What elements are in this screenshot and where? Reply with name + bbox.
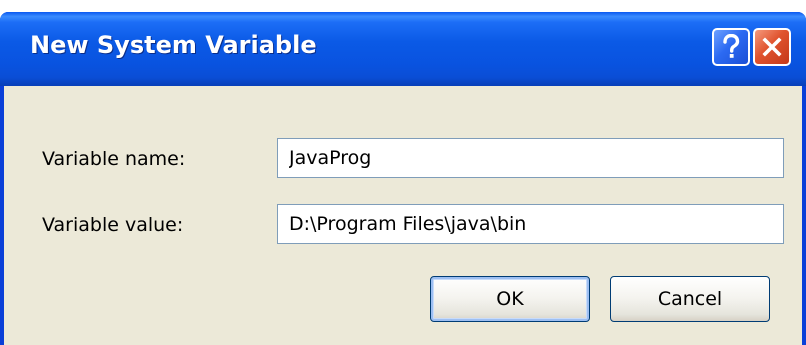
cancel-button[interactable]: Cancel — [610, 276, 770, 322]
variable-value-label: Variable value: — [42, 214, 184, 236]
dialog-title: New System Variable — [30, 31, 317, 59]
variable-value-input[interactable] — [277, 204, 784, 244]
title-bar[interactable]: New System Variable — [0, 12, 806, 86]
close-icon — [761, 36, 783, 58]
help-button[interactable] — [712, 28, 750, 66]
help-icon — [720, 34, 742, 60]
variable-name-label: Variable name: — [42, 148, 186, 170]
ok-button[interactable]: OK — [430, 276, 590, 322]
new-system-variable-dialog: New System Variable Variable name: Varia… — [0, 12, 806, 345]
variable-name-input[interactable] — [277, 138, 784, 178]
close-button[interactable] — [753, 28, 791, 66]
dialog-body: Variable name: Variable value: OK Cancel — [4, 86, 802, 345]
